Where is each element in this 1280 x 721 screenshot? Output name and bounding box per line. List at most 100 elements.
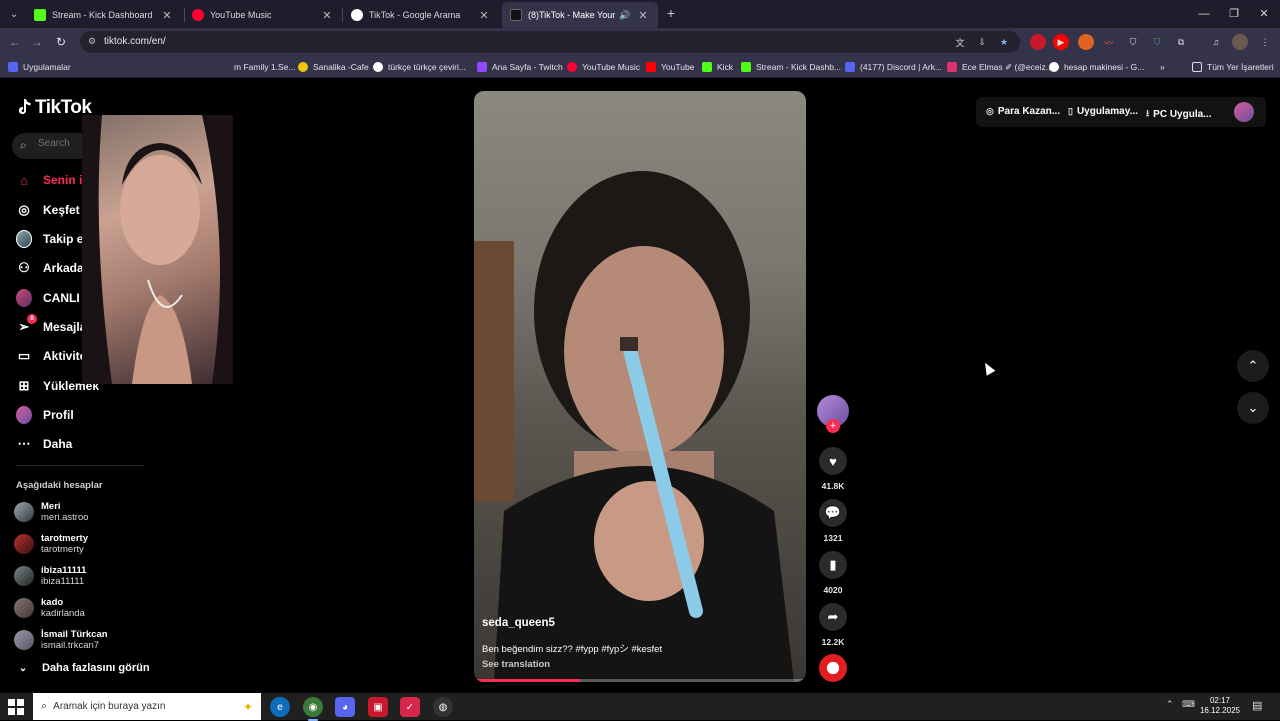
bookmark-item[interactable]: Kick (702, 60, 733, 74)
extension-icon[interactable]: 〰 (1101, 34, 1117, 50)
notification-icon[interactable]: ▤ (1252, 699, 1262, 712)
account-item[interactable]: Meri meri.astroo (14, 498, 89, 526)
extension-icon[interactable] (1030, 34, 1046, 50)
site-info-icon[interactable]: ⚙ (88, 36, 100, 48)
tab-kick-dashboard[interactable]: Stream - Kick Dashboard ✕ (26, 2, 182, 28)
tab-youtube-music[interactable]: YouTube Music ✕ (184, 2, 342, 28)
show-more-accounts[interactable]: ⌄ Daha fazlasını görün (16, 662, 150, 674)
share-button[interactable]: ➦ (819, 603, 847, 631)
close-window-button[interactable]: ✕ (1248, 4, 1280, 24)
account-name: Meri (41, 501, 61, 512)
discord-icon[interactable]: ◕ (335, 697, 355, 717)
bookmark-item[interactable]: Stream - Kick Dashb... (741, 60, 841, 74)
bookmark-star-icon[interactable]: ★ (996, 34, 1012, 50)
speaker-icon[interactable]: 🔊 (618, 10, 632, 21)
kick-icon (741, 62, 751, 72)
close-tab-icon[interactable]: ✕ (320, 9, 334, 22)
bookmark-apps[interactable]: Uygulamalar (8, 60, 71, 74)
video-progress-bar[interactable] (474, 679, 806, 682)
restore-button[interactable]: ❐ (1218, 4, 1250, 24)
get-app-button[interactable]: ▯ Uygulamay... (1068, 106, 1138, 117)
nav-activity[interactable]: ▭ Aktivite (16, 345, 87, 367)
extension-icon[interactable] (1078, 34, 1094, 50)
save-button[interactable]: ▮ (819, 551, 847, 579)
minimize-button[interactable]: — (1188, 4, 1220, 24)
nav-profile[interactable]: Profil (16, 404, 74, 426)
avatar (14, 534, 34, 554)
back-button[interactable]: ← (6, 33, 24, 51)
bookmark-item[interactable]: Sanalika -Cafe (298, 60, 369, 74)
tray-chevron-up-icon[interactable]: ⌃ (1166, 699, 1174, 710)
all-bookmarks[interactable]: Tüm Yer İşaretleri (1192, 60, 1274, 74)
extensions-puzzle-icon[interactable]: ⧉ (1173, 34, 1189, 50)
phone-icon: ▯ (1068, 106, 1073, 116)
close-tab-icon[interactable]: ✕ (477, 9, 491, 22)
keyboard-icon[interactable]: ⌨ (1182, 699, 1195, 710)
tab-search-button[interactable]: ⌄ (4, 4, 24, 24)
shield-icon[interactable]: ⛉ (1125, 34, 1141, 50)
tab-tiktok-active[interactable]: (8)TikTok - Make Your Day 🔊 ✕ (502, 2, 658, 28)
close-tab-icon[interactable]: ✕ (636, 9, 650, 22)
app-icon[interactable]: ▣ (368, 697, 388, 717)
bookmark-item[interactable]: Ana Sayfa - Twitch (477, 60, 563, 74)
nav-more[interactable]: ⋯ Daha (16, 433, 73, 455)
previous-video-button[interactable]: ⌃ (1237, 350, 1269, 382)
nav-label: Keşfet (43, 203, 80, 217)
edge-icon[interactable]: e (270, 697, 290, 717)
see-translation-link[interactable]: See translation (482, 659, 550, 670)
address-bar[interactable]: ⚙ tiktok.com/en/ (80, 31, 1020, 53)
nav-friends[interactable]: ⚇ Arkadaş (16, 257, 90, 279)
nav-following[interactable]: Takip et (16, 228, 87, 250)
comment-button[interactable]: 💬 (819, 499, 847, 527)
compass-icon: ◎ (18, 202, 30, 217)
more-bookmarks-button[interactable]: » (1160, 60, 1165, 74)
close-tab-icon[interactable]: ✕ (160, 9, 174, 22)
reload-button[interactable]: ↻ (52, 33, 70, 51)
windows-taskbar: ⌕ Aramak için buraya yazın ✦ e ◉ ◕ ▣ ✓ ◍… (0, 693, 1280, 721)
install-app-icon[interactable]: ⇩ (974, 34, 990, 50)
like-button[interactable]: ♥ (819, 447, 847, 475)
video-player[interactable]: seda_queen5 Ben beğendim sizz?? #fypp #f… (474, 91, 806, 682)
profile-avatar[interactable] (1232, 34, 1248, 50)
bookmark-item[interactable]: (4177) Discord | Ark... (845, 60, 942, 74)
bookmark-item[interactable]: Ece Elmas ✐ (@eceiz... (947, 60, 1053, 74)
nav-label: Daha (43, 437, 73, 451)
app-icon[interactable]: ✓ (400, 697, 420, 717)
translate-icon[interactable]: 文 (952, 34, 968, 50)
tiktok-page: TikTok ⌕ ⌂ Senin için ◎ Keşfet Takip et … (0, 79, 1280, 693)
account-item[interactable]: tarotmerty tarotmerty (14, 530, 88, 558)
youtube-extension-icon[interactable]: ▶ (1053, 34, 1069, 50)
start-button[interactable] (8, 699, 24, 715)
account-item[interactable]: ibiza11111 ibiza11111 (14, 562, 86, 590)
earn-money-button[interactable]: ◎ Para Kazan... (986, 106, 1060, 117)
media-control-icon[interactable]: ♫ (1208, 34, 1224, 50)
app-icon[interactable]: ◍ (433, 697, 453, 717)
bookmark-item[interactable]: türkçe türkçe çeviri... (373, 60, 466, 74)
new-tab-button[interactable]: + (662, 4, 680, 22)
user-avatar[interactable] (1234, 102, 1254, 122)
account-name: tarotmerty (41, 533, 88, 544)
tiktok-logo[interactable]: TikTok (16, 97, 92, 119)
chrome-icon[interactable]: ◉ (303, 697, 323, 721)
menu-kebab-icon[interactable]: ⋮ (1257, 34, 1273, 50)
bookmark-item[interactable]: YouTube (646, 60, 694, 74)
bookmark-item[interactable]: hesap makinesi - G... (1049, 60, 1144, 74)
taskbar-search[interactable]: ⌕ Aramak için buraya yazın ✦ (33, 693, 261, 720)
taskbar-clock[interactable]: 02:17 16.12.2025 (1198, 696, 1242, 716)
forward-button[interactable]: → (28, 33, 46, 51)
account-item[interactable]: kado kadirlanda (14, 594, 85, 622)
next-video-button[interactable]: ⌄ (1237, 392, 1269, 424)
tab-tiktok-google[interactable]: TikTok - Google Arama ✕ (343, 2, 499, 28)
video-author[interactable]: seda_queen5 (482, 617, 555, 629)
bookmark-item[interactable]: YouTube Music (567, 60, 640, 74)
pc-app-button[interactable]: ⭳ PC Uygula... (1146, 106, 1212, 122)
avatar (14, 598, 34, 618)
account-item[interactable]: İsmail Türkcan ismail.trkcan7 (14, 626, 108, 654)
nav-messages[interactable]: ➢ 8 Mesajlar (16, 314, 91, 338)
music-disc-icon[interactable] (819, 654, 847, 682)
vpn-shield-icon[interactable]: ⛉ (1149, 34, 1165, 50)
bookmark-item[interactable]: m Family 1.Se... (234, 60, 295, 74)
nav-explore[interactable]: ◎ Keşfet (16, 199, 80, 221)
follow-plus-icon[interactable]: + (826, 419, 840, 433)
nav-live[interactable]: CANLI (16, 287, 80, 309)
